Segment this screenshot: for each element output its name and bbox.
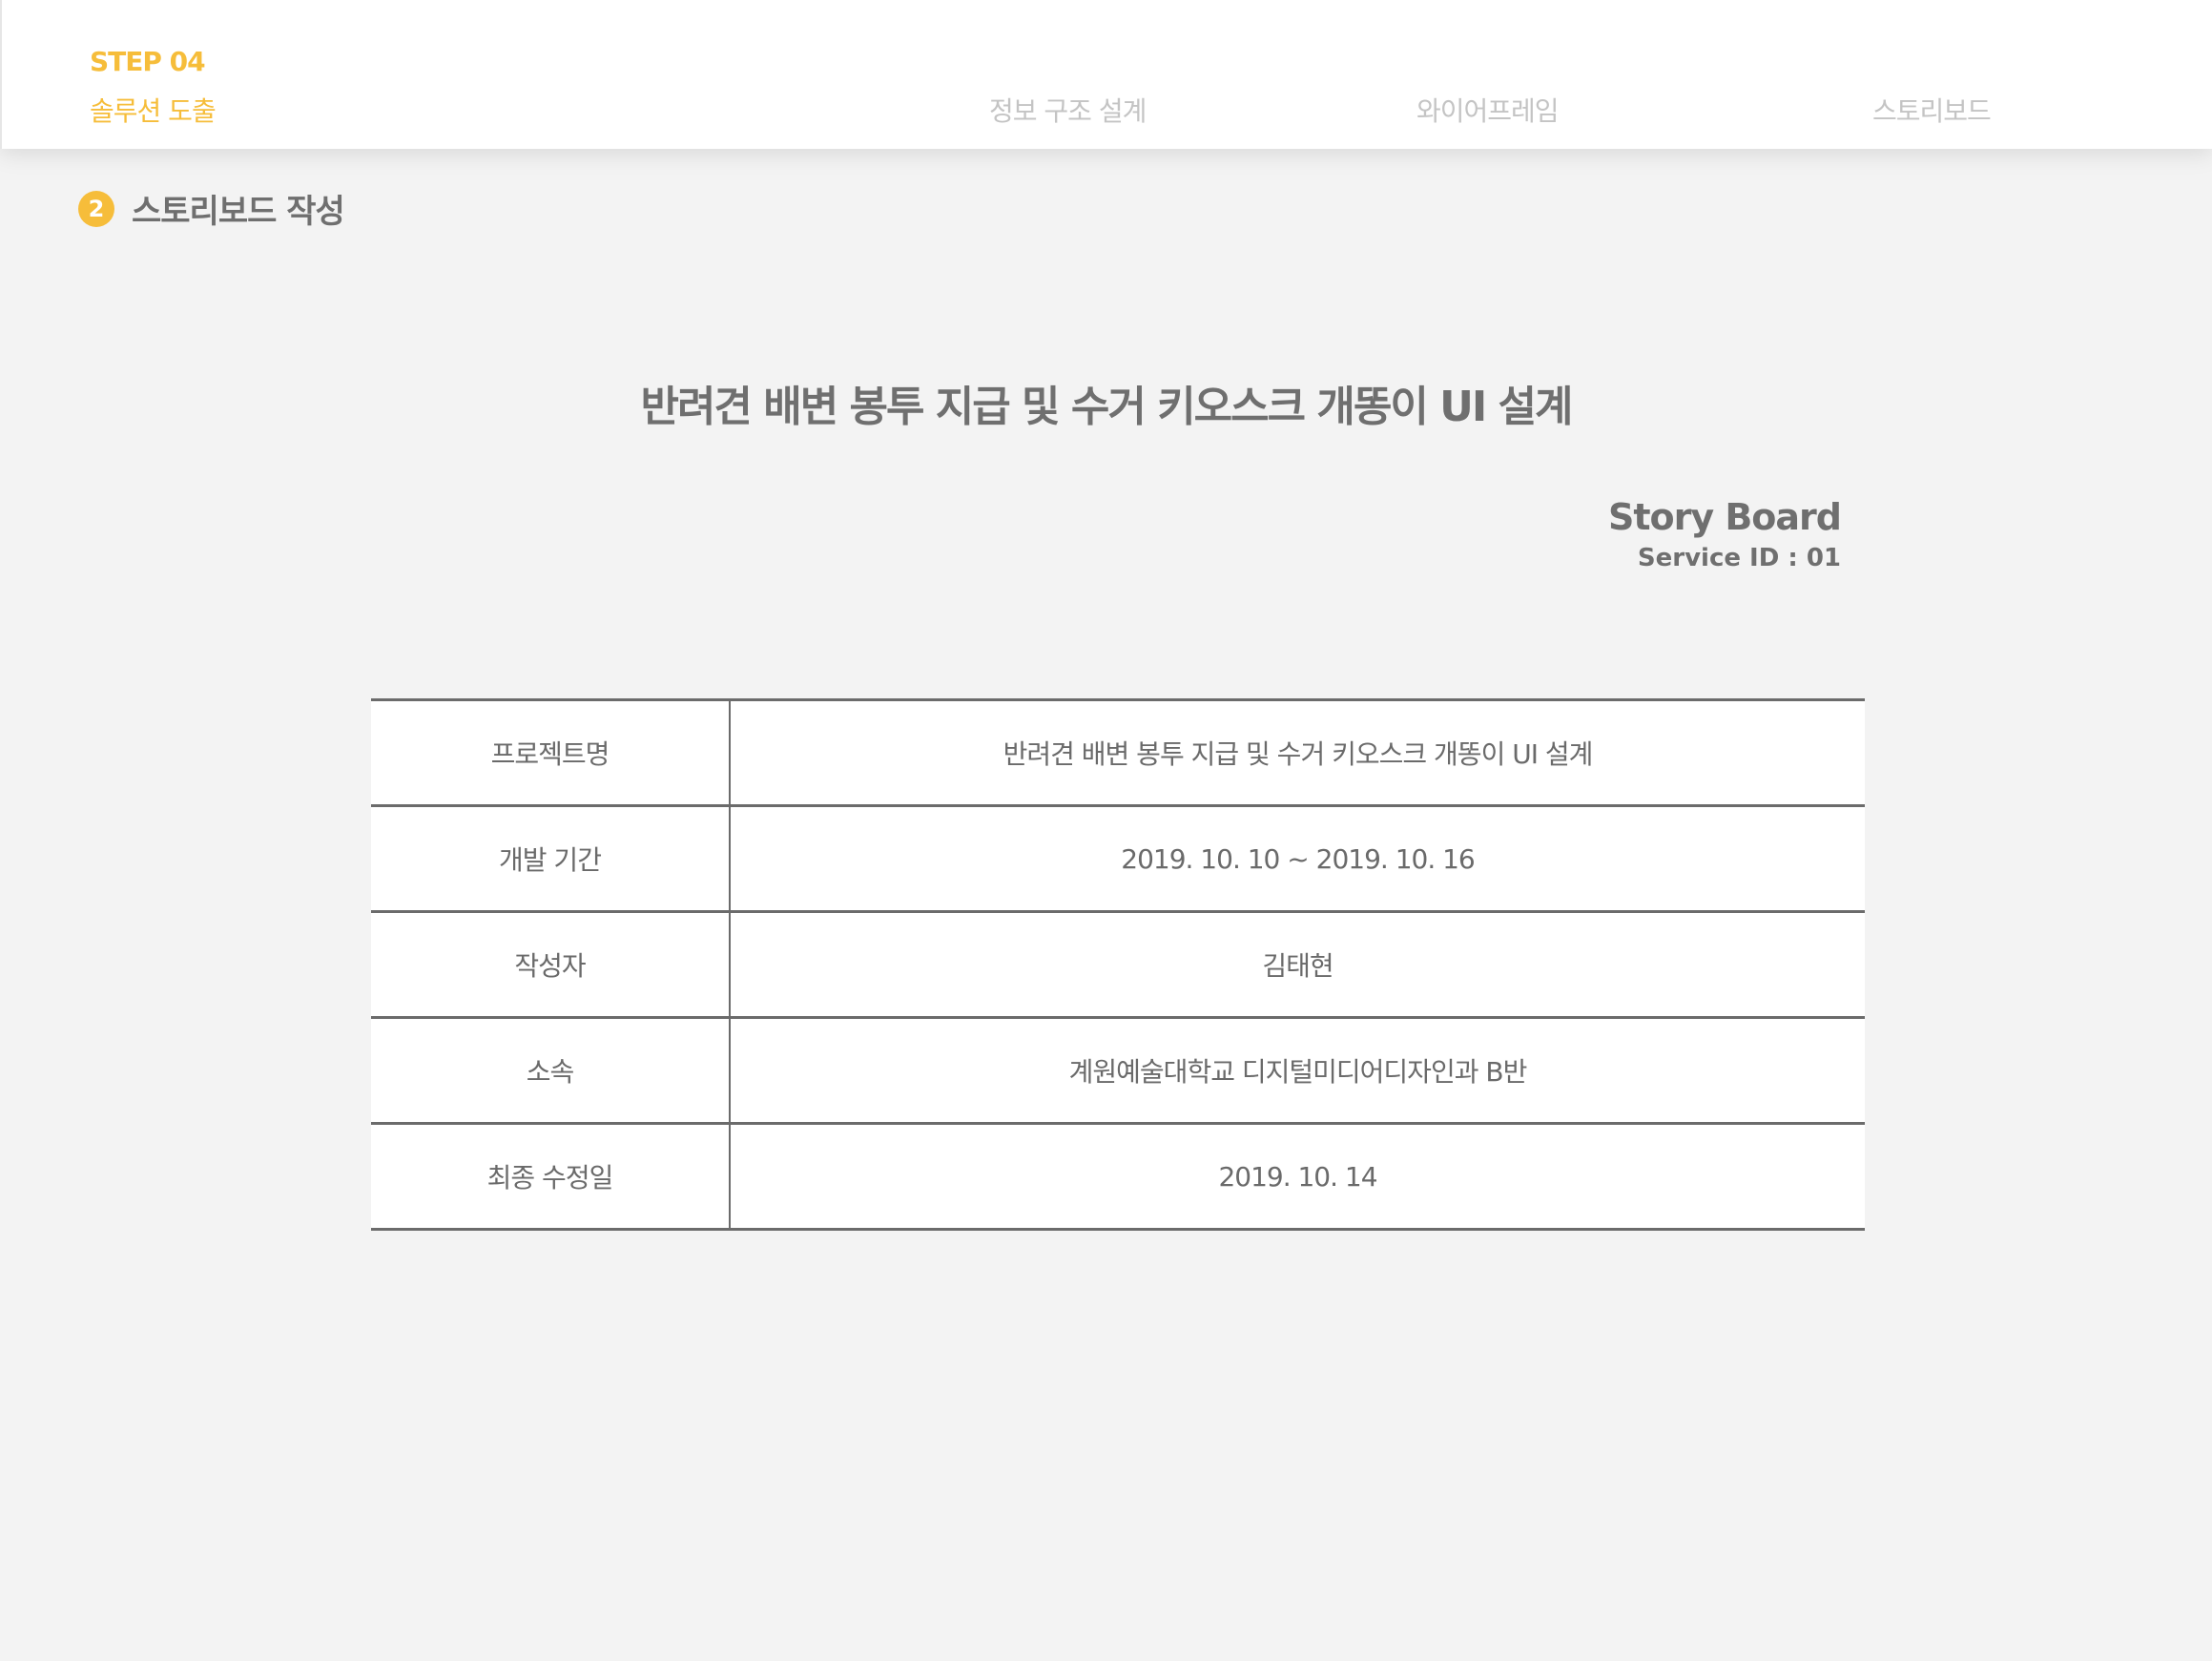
table-row: 개발 기간 2019. 10. 10 ~ 2019. 10. 16 (371, 804, 1865, 913)
row-value: 2019. 10. 10 ~ 2019. 10. 16 (730, 804, 1865, 913)
row-label: 작성자 (371, 910, 731, 1019)
section-number-badge: 2 (78, 190, 114, 227)
nav-item-info-architecture[interactable]: 정보 구조 설계 (989, 91, 1147, 129)
step-label: STEP 04 (90, 46, 206, 77)
table-row: 최종 수정일 2019. 10. 14 (371, 1122, 1865, 1231)
row-value: 2019. 10. 14 (730, 1122, 1865, 1231)
storyboard-label: Story Board (1607, 496, 1842, 538)
step-title: 솔루션 도출 (90, 95, 217, 127)
row-value: 김태현 (730, 910, 1865, 1019)
table-row: 소속 계원예술대학교 디지털미디어디자인과 B반 (371, 1016, 1865, 1125)
section-title: 스토리보드 작성 (132, 193, 345, 231)
row-label: 개발 기간 (371, 804, 731, 913)
document-title: 반려견 배변 봉투 지급 및 수거 키오스크 개똥이 UI 설계 (0, 372, 2212, 433)
service-id: Service ID : 01 (1637, 544, 1841, 572)
table-row: 프로젝트명 반려견 배변 봉투 지급 및 수거 키오스크 개똥이 UI 설계 (371, 698, 1865, 807)
table-row: 작성자 김태현 (371, 910, 1865, 1019)
document-title-text: 반려견 배변 봉투 지급 및 수거 키오스크 개똥이 UI 설계 (640, 383, 1573, 431)
section-heading: 2 스토리보드 작성 (78, 185, 345, 232)
row-label: 프로젝트명 (371, 698, 731, 807)
row-value: 계원예술대학교 디지털미디어디자인과 B반 (730, 1016, 1865, 1125)
nav-item-wireframe[interactable]: 와이어프레임 (1416, 91, 1560, 129)
nav-item-storyboard[interactable]: 스토리보드 (1872, 91, 1992, 129)
top-header: STEP 04 솔루션 도출 정보 구조 설계 와이어프레임 스토리보드 (0, 0, 2212, 149)
storyboard-info: Story Board Service ID : 01 (1607, 496, 1842, 572)
row-label: 최종 수정일 (371, 1122, 731, 1231)
row-value: 반려견 배변 봉투 지급 및 수거 키오스크 개똥이 UI 설계 (730, 698, 1865, 807)
row-label: 소속 (371, 1016, 731, 1125)
project-info-table: 프로젝트명 반려견 배변 봉투 지급 및 수거 키오스크 개똥이 UI 설계 개발… (371, 698, 1865, 1231)
